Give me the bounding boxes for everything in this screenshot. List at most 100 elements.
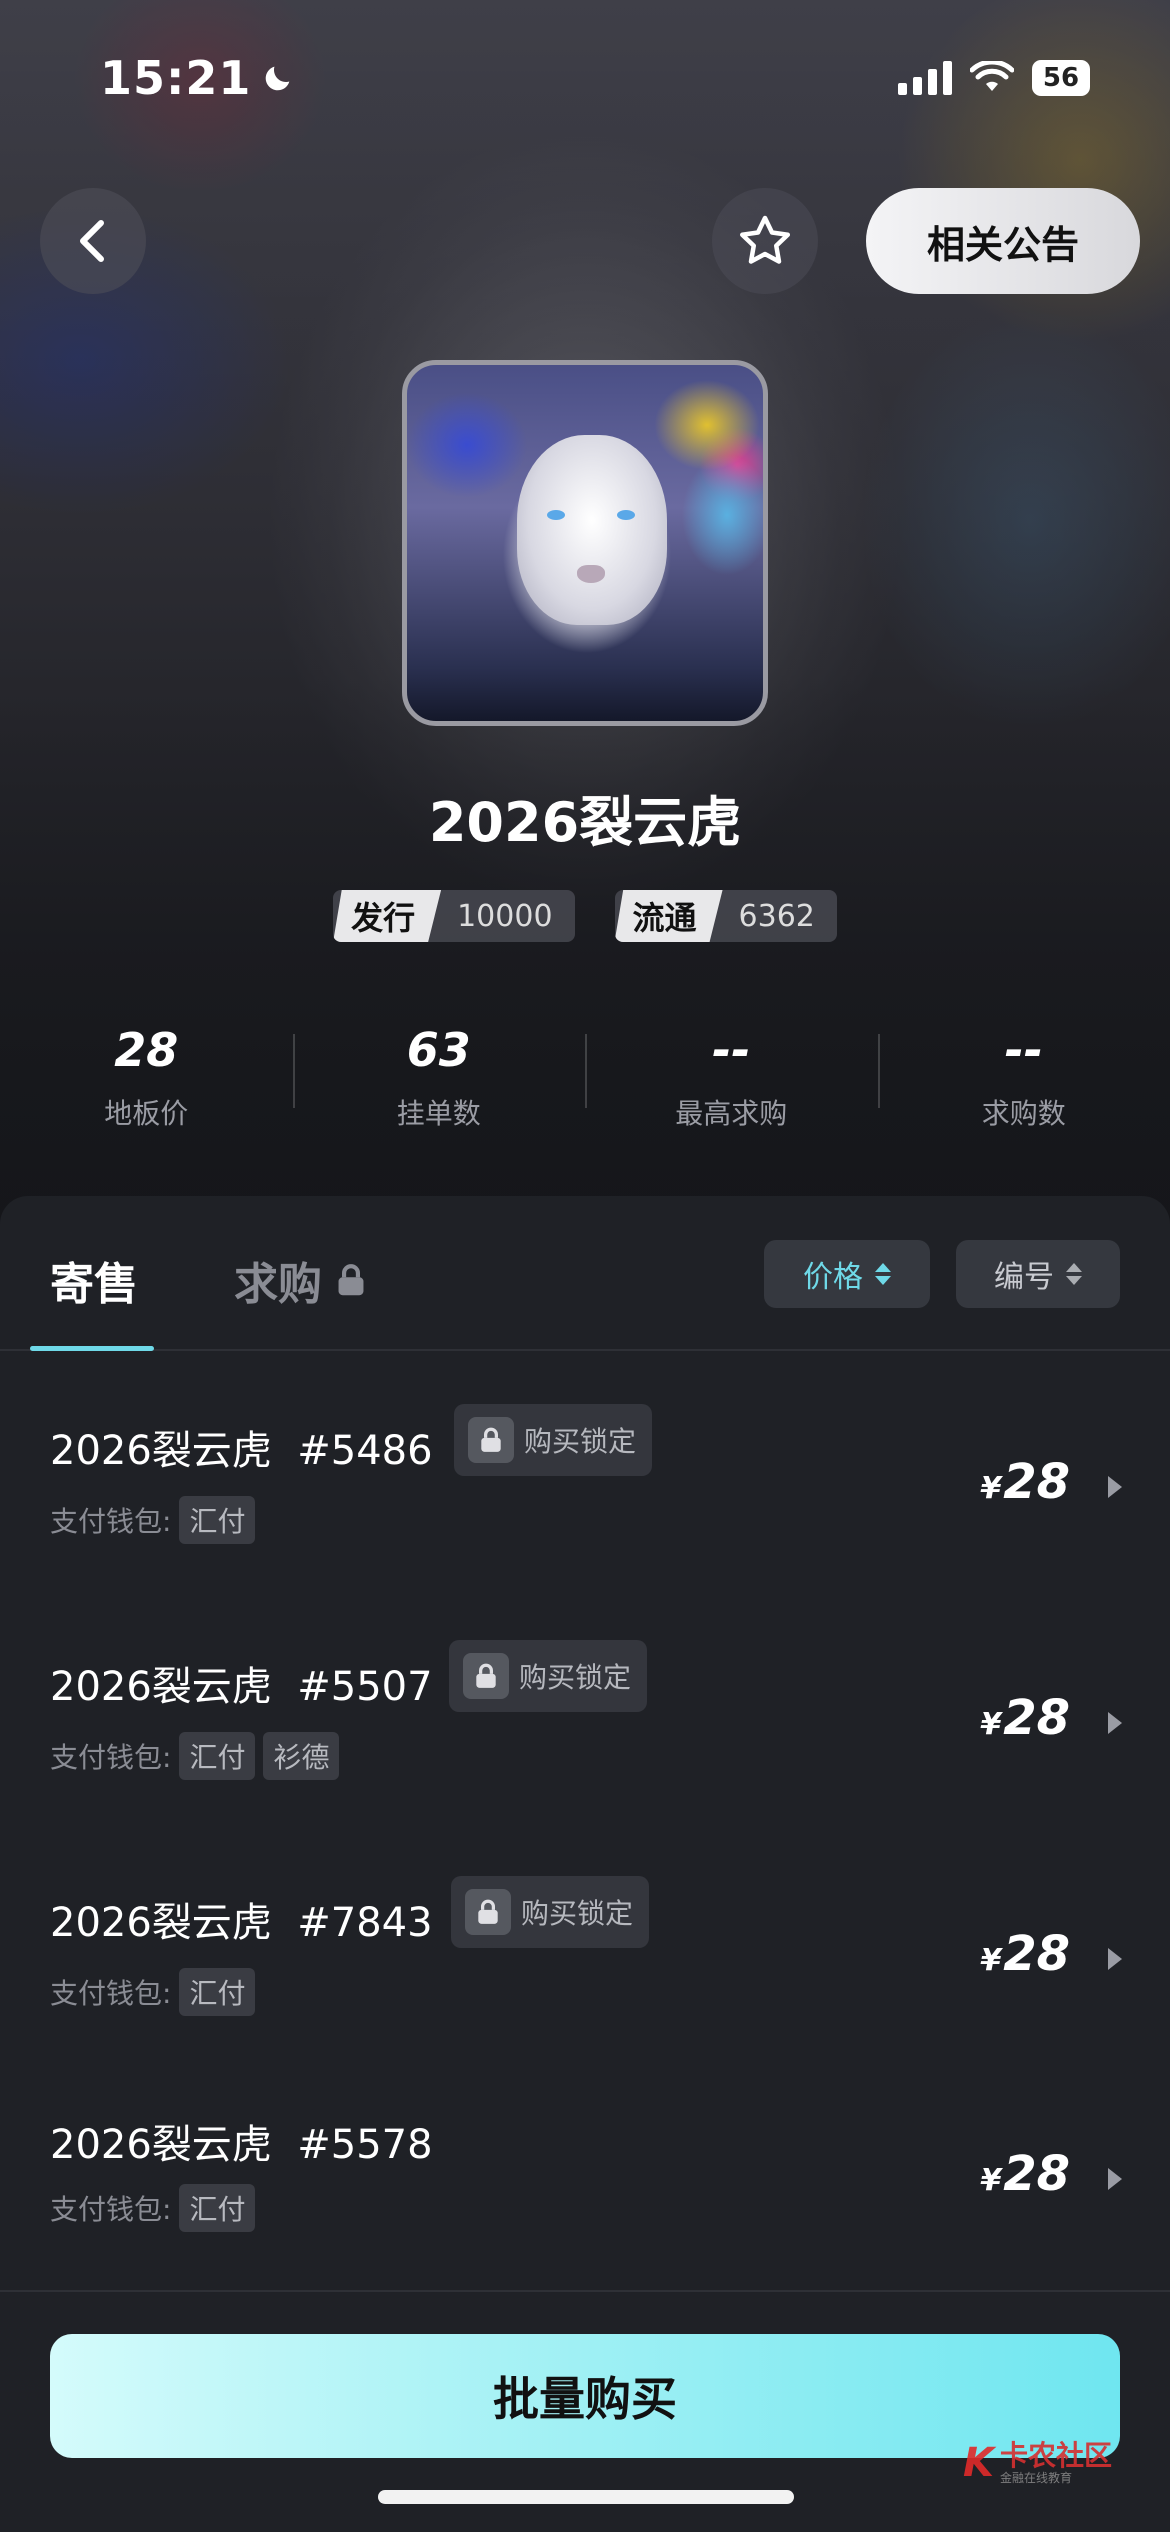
listing-price: ¥28: [980, 2146, 1070, 2202]
wallet-chip: 衫德: [263, 1732, 340, 1780]
listing-title: 2026裂云虎: [50, 1664, 272, 1710]
watermark-title: 卡农社区: [999, 2439, 1112, 2472]
listing-row[interactable]: 2026裂云虎 #5486 购买锁定 支付钱包: 汇付 ¥28: [0, 1404, 1170, 1568]
wallet-label: 支付钱包:: [50, 1505, 172, 1538]
stat-value: --: [712, 1023, 751, 1077]
battery-icon: 56: [1032, 60, 1090, 96]
currency-symbol: ¥: [980, 1707, 1002, 1742]
lock-icon: [465, 1889, 511, 1935]
footer-divider: [0, 2290, 1170, 2292]
status-time: 15:21: [100, 51, 295, 105]
back-button[interactable]: [40, 188, 146, 294]
listing-name: 2026裂云虎 #5578: [50, 2112, 433, 2170]
sort-number-label: 编号: [994, 1260, 1054, 1295]
bulk-buy-button[interactable]: 批量购买: [50, 2334, 1120, 2458]
currency-symbol: ¥: [980, 1943, 1002, 1978]
price-value: 28: [1003, 2146, 1070, 2202]
chevron-right-icon: [1108, 2168, 1122, 2190]
home-indicator[interactable]: [378, 2490, 794, 2504]
stat-floor-price: 28 地板价: [0, 1020, 293, 1132]
listing-serial: #5578: [297, 2122, 433, 2168]
listing-name: 2026裂云虎 #5507: [50, 1654, 433, 1712]
watermark-logo-icon: K: [962, 2440, 994, 2486]
sort-by-price-button[interactable]: 价格: [764, 1240, 930, 1308]
lock-label: 购买锁定: [521, 1897, 634, 1930]
collection-artwork: [402, 360, 768, 726]
currency-symbol: ¥: [980, 2163, 1002, 2198]
lock-icon: [463, 1653, 509, 1699]
price-value: 28: [1003, 1690, 1070, 1746]
purchase-lock-tag: 购买锁定: [454, 1404, 653, 1476]
lock-icon: [468, 1417, 514, 1463]
community-watermark: K 卡农社区 金融在线教育: [963, 2440, 1112, 2486]
active-tab-indicator: [30, 1346, 154, 1351]
wallet-chip: 汇付: [179, 2184, 256, 2232]
stat-label: 最高求购: [675, 1097, 788, 1130]
star-icon: [740, 215, 790, 264]
lock-label: 购买锁定: [524, 1425, 637, 1458]
listing-title: 2026裂云虎: [50, 1900, 272, 1946]
issue-badge-value: 10000: [457, 898, 553, 934]
lock-label: 购买锁定: [519, 1661, 632, 1694]
wallet-chip: 汇付: [179, 1496, 256, 1544]
wallet-label: 支付钱包:: [50, 2193, 172, 2226]
tiger-eye-left: [547, 510, 565, 520]
clock-text: 15:21: [100, 51, 252, 105]
chevron-left-icon: [80, 220, 104, 262]
listing-name: 2026裂云虎 #7843: [50, 1890, 433, 1948]
wallet-label: 支付钱包:: [50, 1977, 172, 2010]
currency-symbol: ¥: [980, 1471, 1002, 1506]
listing-row[interactable]: 2026裂云虎 #5578 支付钱包: 汇付 ¥28: [0, 2112, 1170, 2262]
listing-row[interactable]: 2026裂云虎 #5507 购买锁定 支付钱包: 汇付 衫德 ¥28: [0, 1640, 1170, 1804]
price-value: 28: [1003, 1454, 1070, 1510]
listing-price: ¥28: [980, 1690, 1070, 1746]
stat-bid-count: -- 求购数: [877, 1020, 1170, 1132]
chevron-right-icon: [1108, 1712, 1122, 1734]
listing-serial: #7843: [297, 1900, 433, 1946]
listing-title: 2026裂云虎: [50, 1428, 272, 1474]
listing-row[interactable]: 2026裂云虎 #7843 购买锁定 支付钱包: 汇付 ¥28: [0, 1876, 1170, 2040]
favorite-button[interactable]: [712, 188, 818, 294]
issue-badge: 发行 10000: [333, 890, 575, 942]
wifi-icon: [970, 61, 1014, 91]
related-notice-button[interactable]: 相关公告: [866, 188, 1140, 294]
wallet-chip: 汇付: [179, 1732, 256, 1780]
sort-by-number-button[interactable]: 编号: [956, 1240, 1120, 1308]
stat-value: 63: [406, 1023, 471, 1077]
market-stats: 28 地板价 63 挂单数 -- 最高求购 -- 求购数: [0, 1020, 1170, 1132]
payment-wallets: 支付钱包: 汇付: [50, 1496, 256, 1544]
price-value: 28: [1003, 1926, 1070, 1982]
stat-label: 挂单数: [396, 1097, 481, 1130]
payment-wallets: 支付钱包: 汇付: [50, 1968, 256, 2016]
stat-label: 求购数: [981, 1097, 1066, 1130]
listing-serial: #5507: [297, 1664, 433, 1710]
status-bar: 15:21 56: [100, 48, 1090, 108]
tab-consignment[interactable]: 寄售: [50, 1248, 138, 1312]
watermark-text: 卡农社区 金融在线教育: [999, 2439, 1112, 2486]
listing-name: 2026裂云虎 #5486: [50, 1418, 433, 1476]
wallet-chip: 汇付: [179, 1968, 256, 2016]
wallet-label: 支付钱包:: [50, 1741, 172, 1774]
status-indicators: 56: [898, 60, 1090, 96]
stat-highest-bid: -- 最高求购: [585, 1020, 878, 1132]
collection-title: 2026裂云虎: [428, 791, 742, 854]
stat-value: 28: [114, 1023, 179, 1077]
issue-badge-key: 发行: [333, 890, 442, 942]
stat-label: 地板价: [104, 1097, 189, 1130]
moon-icon: [266, 66, 290, 91]
circulation-badge: 流通 6362: [614, 890, 837, 942]
tiger-nose: [577, 565, 605, 583]
listing-serial: #5486: [297, 1428, 433, 1474]
circulation-badge-key: 流通: [614, 890, 723, 942]
payment-wallets: 支付钱包: 汇付: [50, 2184, 256, 2232]
circulation-badge-value: 6362: [738, 898, 815, 934]
supply-badges: 发行 10000 流通 6362: [0, 890, 1170, 942]
stat-value: --: [1004, 1023, 1043, 1077]
listing-panel: 寄售 求购 价格 编号: [0, 1196, 1170, 2532]
tiger-eye-right: [617, 510, 635, 520]
tab-purchase-request[interactable]: 求购: [234, 1248, 368, 1312]
sort-arrows-icon: [1066, 1263, 1082, 1285]
sort-arrows-icon: [875, 1263, 891, 1285]
listing-price: ¥28: [980, 1454, 1070, 1510]
stat-listing-count: 63 挂单数: [292, 1020, 586, 1132]
